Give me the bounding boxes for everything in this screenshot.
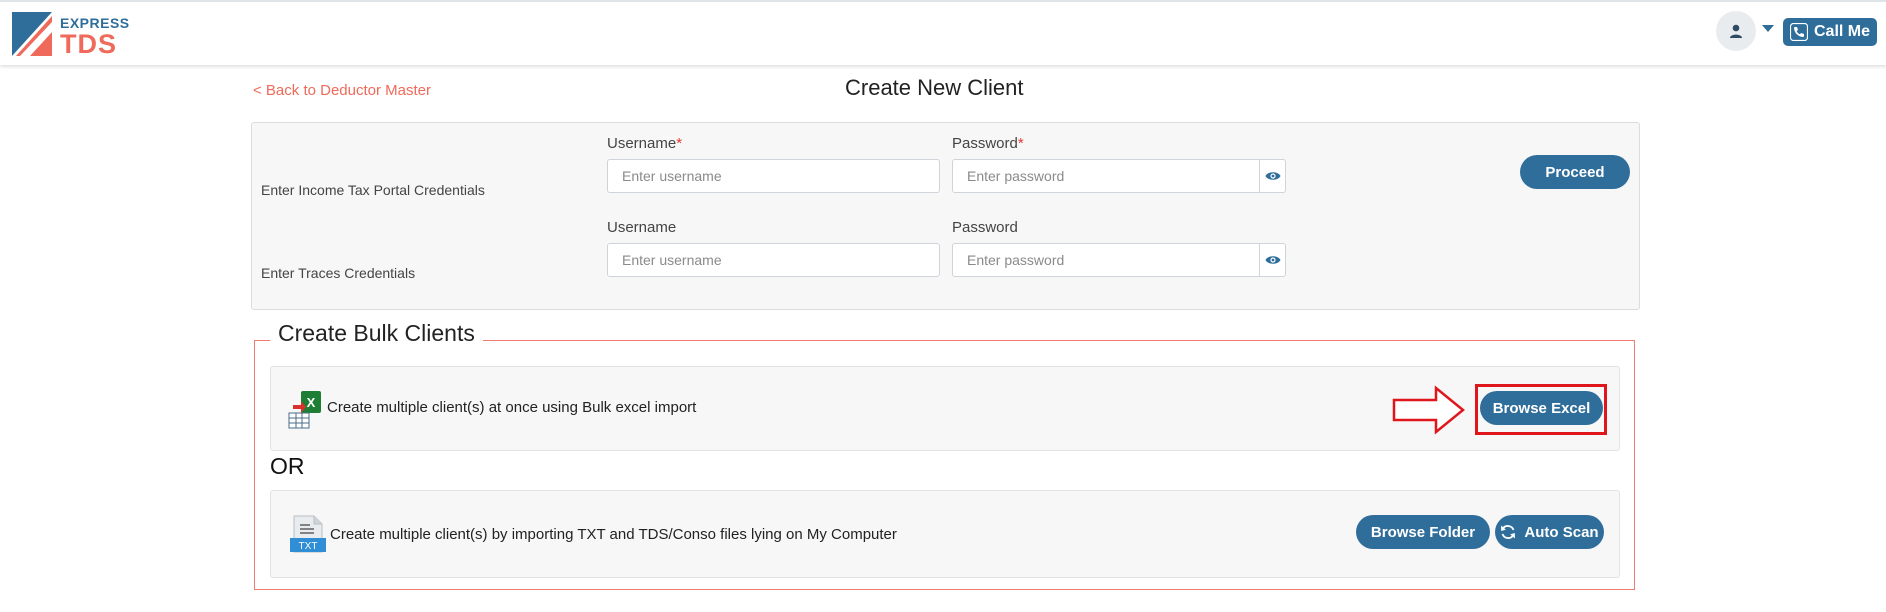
eye-icon [1265, 256, 1280, 264]
traces-show-password-button[interactable] [1259, 243, 1286, 277]
income-tax-password-label-text: Password [952, 135, 1018, 152]
bulk-txt-description: Create multiple client(s) by importing T… [330, 526, 897, 543]
user-avatar-button[interactable] [1716, 11, 1756, 51]
call-me-button[interactable]: Call Me [1783, 18, 1877, 46]
back-to-deductor-master-link[interactable]: < Back to Deductor Master [253, 82, 431, 99]
excel-import-icon: X [288, 391, 321, 429]
proceed-button[interactable]: Proceed [1520, 155, 1630, 189]
income-tax-password-input[interactable] [952, 159, 1260, 193]
required-mark: * [1017, 135, 1024, 152]
traces-credentials-label: Enter Traces Credentials [261, 265, 416, 281]
income-tax-password-label: Password* [952, 135, 1024, 152]
txt-file-icon: TXT [290, 515, 326, 553]
traces-password-input[interactable] [952, 243, 1260, 277]
income-tax-username-input[interactable] [607, 159, 940, 193]
or-separator: OR [270, 453, 305, 479]
refresh-icon [1501, 525, 1516, 539]
traces-username-input[interactable] [607, 243, 940, 277]
income-tax-username-label-text: Username [607, 135, 677, 152]
auto-scan-label: Auto Scan [1524, 523, 1599, 541]
browse-folder-button[interactable]: Browse Folder [1356, 515, 1490, 549]
express-tds-logo[interactable]: EXPRESS TDS [12, 12, 142, 59]
required-mark: * [676, 135, 683, 152]
eye-icon [1265, 172, 1280, 180]
credentials-panel: Enter Income Tax Portal Credentials User… [251, 122, 1640, 310]
bulk-excel-description: Create multiple client(s) at once using … [327, 399, 697, 416]
arrow-right-icon [1392, 385, 1465, 435]
browse-excel-button[interactable]: Browse Excel [1480, 391, 1603, 425]
caret-down-icon[interactable] [1762, 25, 1774, 33]
income-tax-show-password-button[interactable] [1259, 159, 1286, 193]
logo-tds-text: TDS [60, 29, 117, 59]
user-icon [1730, 24, 1742, 38]
excel-icon-letter: X [307, 395, 316, 410]
top-navbar: EXPRESS TDS Call Me [0, 0, 1886, 65]
phone-icon [1789, 23, 1808, 41]
logo-mark-icon [12, 12, 52, 56]
bulk-clients-heading: Create Bulk Clients [270, 320, 483, 347]
income-tax-credentials-label: Enter Income Tax Portal Credentials [261, 182, 485, 198]
page-title: Create New Client [845, 75, 1024, 100]
auto-scan-button[interactable]: Auto Scan [1495, 515, 1604, 549]
traces-password-label: Password [952, 219, 1018, 236]
traces-username-label: Username [607, 219, 677, 236]
call-me-label: Call Me [1813, 23, 1870, 40]
income-tax-username-label: Username* [607, 135, 682, 152]
txt-icon-label: TXT [299, 541, 318, 552]
